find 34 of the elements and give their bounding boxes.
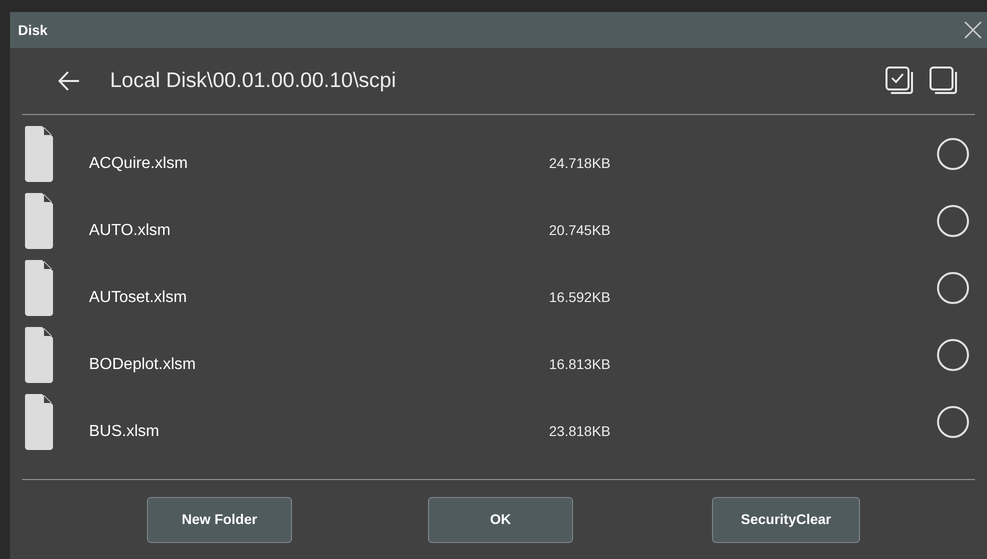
file-name: BUS.xlsm: [89, 422, 160, 442]
file-icon: [25, 260, 53, 316]
path-text: Local Disk\00.01.00.00.10\scpi: [110, 68, 398, 94]
file-row[interactable]: ACQuire.xlsm 24.718KB: [10, 120, 987, 187]
file-name: BODeplot.xlsm: [89, 354, 197, 374]
dialog-button[interactable]: New Folder: [147, 496, 292, 542]
file-icon: [25, 326, 53, 382]
file-row[interactable]: BODeplot.xlsm 16.813KB: [10, 321, 987, 388]
radio-button[interactable]: [937, 204, 969, 236]
file-size: 16.592KB: [549, 288, 612, 307]
file-name: ACQuire.xlsm: [89, 154, 189, 174]
file-icon: [25, 394, 53, 450]
file-row[interactable]: AUToset.xlsm 16.592KB: [10, 254, 987, 321]
radio-button[interactable]: [937, 406, 969, 438]
file-size: 23.818KB: [549, 422, 612, 441]
file-icon: [25, 192, 53, 248]
file-name: AUTO.xlsm: [89, 220, 172, 240]
back-arrow-icon: [58, 71, 80, 91]
file-size: 16.813KB: [549, 355, 612, 374]
radio-button[interactable]: [937, 338, 969, 370]
radio-button[interactable]: [937, 138, 969, 170]
close-icon: [964, 21, 982, 39]
stacked-square-icon: [929, 66, 959, 96]
dialog-button[interactable]: OK: [428, 496, 573, 542]
dialog-button[interactable]: SecurityClear: [712, 496, 860, 542]
file-icon: [25, 126, 53, 182]
stacked-checkbox-icon: [885, 66, 915, 96]
file-name: AUToset.xlsm: [89, 288, 188, 308]
radio-button[interactable]: [937, 272, 969, 304]
file-row[interactable]: AUTO.xlsm 20.745KB: [10, 187, 987, 254]
file-size: 20.745KB: [549, 221, 612, 240]
file-row[interactable]: BUS.xlsm 23.818KB: [10, 388, 987, 455]
file-size: 24.718KB: [549, 154, 612, 173]
window-title: Disk: [18, 20, 48, 40]
